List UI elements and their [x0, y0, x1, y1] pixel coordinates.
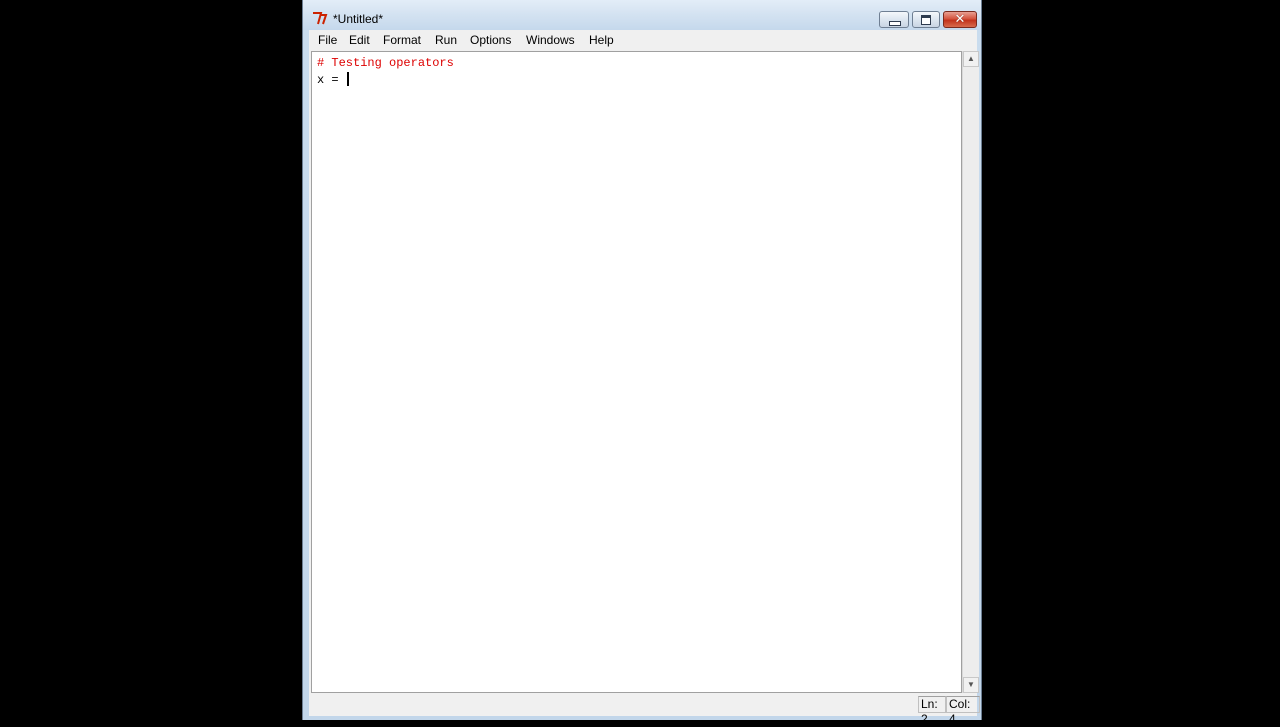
title-bar[interactable]: *Untitled* — [303, 0, 981, 30]
scroll-up-icon[interactable]: ▲ — [963, 51, 979, 67]
code-editor[interactable]: # Testing operators x = — [311, 51, 962, 693]
vertical-scrollbar[interactable]: ▲ ▼ — [962, 51, 979, 693]
menu-format[interactable]: Format — [383, 33, 421, 47]
code-line-text: x = — [317, 73, 346, 87]
status-column-number: Col: 4 — [946, 696, 980, 726]
menu-windows[interactable]: Windows — [526, 33, 575, 47]
menu-help[interactable]: Help — [589, 33, 614, 47]
maximize-button[interactable] — [912, 11, 940, 28]
code-line-comment: # Testing operators — [317, 56, 454, 70]
menu-run[interactable]: Run — [435, 33, 457, 47]
window-client-area: File Edit Format Run Options Windows Hel… — [309, 30, 980, 726]
status-bar: Ln: 2 Col: 4 — [309, 694, 980, 726]
idle-editor-window: *Untitled* File Edit Format Run Options … — [302, 0, 982, 726]
scroll-down-icon[interactable]: ▼ — [963, 677, 979, 693]
text-caret — [346, 72, 349, 86]
minimize-button[interactable] — [879, 11, 909, 28]
menu-edit[interactable]: Edit — [349, 33, 370, 47]
menu-file[interactable]: File — [318, 33, 337, 47]
code-line-current: x = — [317, 72, 349, 87]
status-line-number: Ln: 2 — [918, 696, 946, 726]
menu-bar: File Edit Format Run Options Windows Hel… — [309, 30, 977, 50]
window-title: *Untitled* — [333, 12, 384, 26]
tk-feather-icon — [313, 12, 328, 25]
menu-options[interactable]: Options — [470, 33, 511, 47]
close-button[interactable] — [943, 11, 977, 28]
